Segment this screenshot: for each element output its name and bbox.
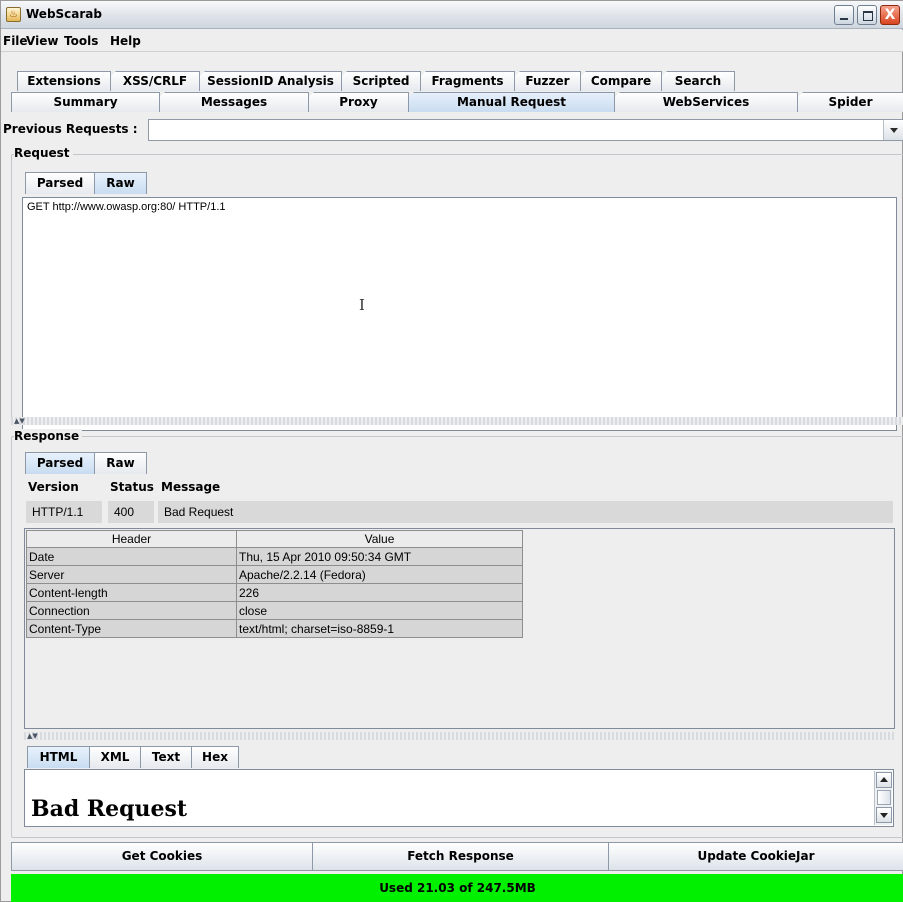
memory-status-bar[interactable]: Used 21.03 of 247.5MB bbox=[11, 874, 903, 902]
body-tab-hex[interactable]: Hex bbox=[191, 746, 239, 768]
header-value-cell[interactable]: 226 bbox=[236, 583, 523, 602]
table-row[interactable]: Content-Type text/html; charset=iso-8859-… bbox=[26, 619, 523, 638]
column-header-value[interactable]: Value bbox=[236, 530, 523, 548]
tab-proxy[interactable]: Proxy bbox=[308, 92, 409, 112]
message-header: Message bbox=[161, 480, 221, 494]
tab-extensions[interactable]: Extensions bbox=[17, 71, 111, 91]
scroll-down-icon[interactable] bbox=[876, 807, 892, 823]
header-name-cell[interactable]: Content-Type bbox=[26, 619, 237, 638]
window-title: WebScarab bbox=[26, 7, 102, 21]
message-field[interactable]: Bad Request bbox=[158, 501, 893, 523]
header-value-cell[interactable]: Apache/2.2.14 (Fedora) bbox=[236, 565, 523, 584]
status-header: Status bbox=[110, 480, 154, 494]
menu-help[interactable]: Help bbox=[110, 34, 141, 48]
tab-scripted[interactable]: Scripted bbox=[341, 71, 421, 91]
html-view-scrollbar[interactable] bbox=[874, 771, 892, 825]
header-value-cell[interactable]: text/html; charset=iso-8859-1 bbox=[236, 619, 523, 638]
response-html-view[interactable]: Bad Request bbox=[24, 769, 894, 827]
response-headers-panel: Header Value Date Thu, 15 Apr 2010 09:50:… bbox=[24, 528, 895, 729]
header-value-cell[interactable]: close bbox=[236, 601, 523, 620]
version-field[interactable]: HTTP/1.1 bbox=[26, 501, 102, 523]
request-tab-parsed[interactable]: Parsed bbox=[25, 172, 95, 194]
table-row[interactable]: Connection close bbox=[26, 601, 523, 620]
tab-messages[interactable]: Messages bbox=[159, 92, 309, 112]
header-name-cell[interactable]: Date bbox=[26, 547, 237, 566]
header-name-cell[interactable]: Server bbox=[26, 565, 237, 584]
tab-sessionid-analysis[interactable]: SessionID Analysis bbox=[199, 71, 342, 91]
previous-requests-label: Previous Requests : bbox=[3, 122, 138, 136]
tab-spider[interactable]: Spider bbox=[797, 92, 903, 112]
header-name-cell[interactable]: Content-length bbox=[26, 583, 237, 602]
request-panel-title: Request bbox=[14, 146, 73, 160]
request-response-splitter[interactable]: ▲▼ bbox=[11, 417, 903, 425]
table-row[interactable]: Server Apache/2.2.14 (Fedora) bbox=[26, 565, 523, 584]
header-value-cell[interactable]: Thu, 15 Apr 2010 09:50:34 GMT bbox=[236, 547, 523, 566]
response-html-heading: Bad Request bbox=[31, 796, 188, 822]
tab-webservices[interactable]: WebServices bbox=[614, 92, 798, 112]
menu-bar: File View Tools Help bbox=[1, 30, 903, 52]
menu-tools[interactable]: Tools bbox=[64, 34, 98, 48]
fetch-response-button[interactable]: Fetch Response bbox=[312, 842, 609, 871]
close-button[interactable]: X bbox=[880, 5, 900, 25]
maximize-button[interactable] bbox=[857, 5, 877, 25]
title-bar[interactable]: ♨ WebScarab X bbox=[1, 1, 903, 29]
tab-compare[interactable]: Compare bbox=[580, 71, 662, 91]
tab-xss-crlf[interactable]: XSS/CRLF bbox=[110, 71, 200, 91]
body-tab-text[interactable]: Text bbox=[140, 746, 192, 768]
minimize-button[interactable] bbox=[834, 5, 854, 25]
version-header: Version bbox=[28, 480, 79, 494]
response-tab-parsed[interactable]: Parsed bbox=[25, 452, 95, 474]
body-tab-html[interactable]: HTML bbox=[27, 746, 90, 768]
menu-view[interactable]: View bbox=[26, 34, 58, 48]
response-panel-title: Response bbox=[14, 429, 83, 443]
request-raw-editor[interactable]: GET http://www.owasp.org:80/ HTTP/1.1 I bbox=[22, 197, 897, 431]
table-row[interactable]: Content-length 226 bbox=[26, 583, 523, 602]
get-cookies-button[interactable]: Get Cookies bbox=[11, 842, 313, 871]
response-tab-raw[interactable]: Raw bbox=[94, 452, 147, 474]
splitter-arrows-icon: ▲▼ bbox=[14, 417, 25, 425]
status-field[interactable]: 400 bbox=[108, 501, 154, 523]
request-raw-text: GET http://www.owasp.org:80/ HTTP/1.1 bbox=[27, 201, 226, 213]
splitter-arrows-icon: ▲▼ bbox=[27, 732, 38, 740]
menu-file[interactable]: File bbox=[3, 34, 28, 48]
tab-fuzzer[interactable]: Fuzzer bbox=[514, 71, 581, 91]
tab-summary[interactable]: Summary bbox=[11, 92, 160, 112]
body-tab-xml[interactable]: XML bbox=[89, 746, 141, 768]
close-icon: X bbox=[884, 7, 896, 23]
tab-fragments[interactable]: Fragments bbox=[420, 71, 515, 91]
column-header-header[interactable]: Header bbox=[26, 530, 237, 548]
webscarab-window: ♨ WebScarab X File View Tools Help Exten… bbox=[0, 0, 903, 902]
update-cookiejar-button[interactable]: Update CookieJar bbox=[608, 842, 903, 871]
tab-manual-request[interactable]: Manual Request bbox=[408, 92, 615, 112]
response-headers-table: Header Value Date Thu, 15 Apr 2010 09:50:… bbox=[26, 530, 523, 638]
request-tab-raw[interactable]: Raw bbox=[94, 172, 147, 194]
text-cursor-icon: I bbox=[359, 296, 365, 314]
java-app-icon: ♨ bbox=[6, 7, 21, 22]
header-name-cell[interactable]: Connection bbox=[26, 601, 237, 620]
chevron-down-icon[interactable] bbox=[883, 120, 903, 140]
table-row[interactable]: Date Thu, 15 Apr 2010 09:50:34 GMT bbox=[26, 547, 523, 566]
tab-search[interactable]: Search bbox=[661, 71, 735, 91]
headers-body-splitter[interactable]: ▲▼ bbox=[24, 732, 895, 740]
scroll-up-icon[interactable] bbox=[876, 772, 892, 788]
scroll-thumb[interactable] bbox=[877, 790, 891, 805]
previous-requests-select[interactable] bbox=[148, 119, 903, 141]
